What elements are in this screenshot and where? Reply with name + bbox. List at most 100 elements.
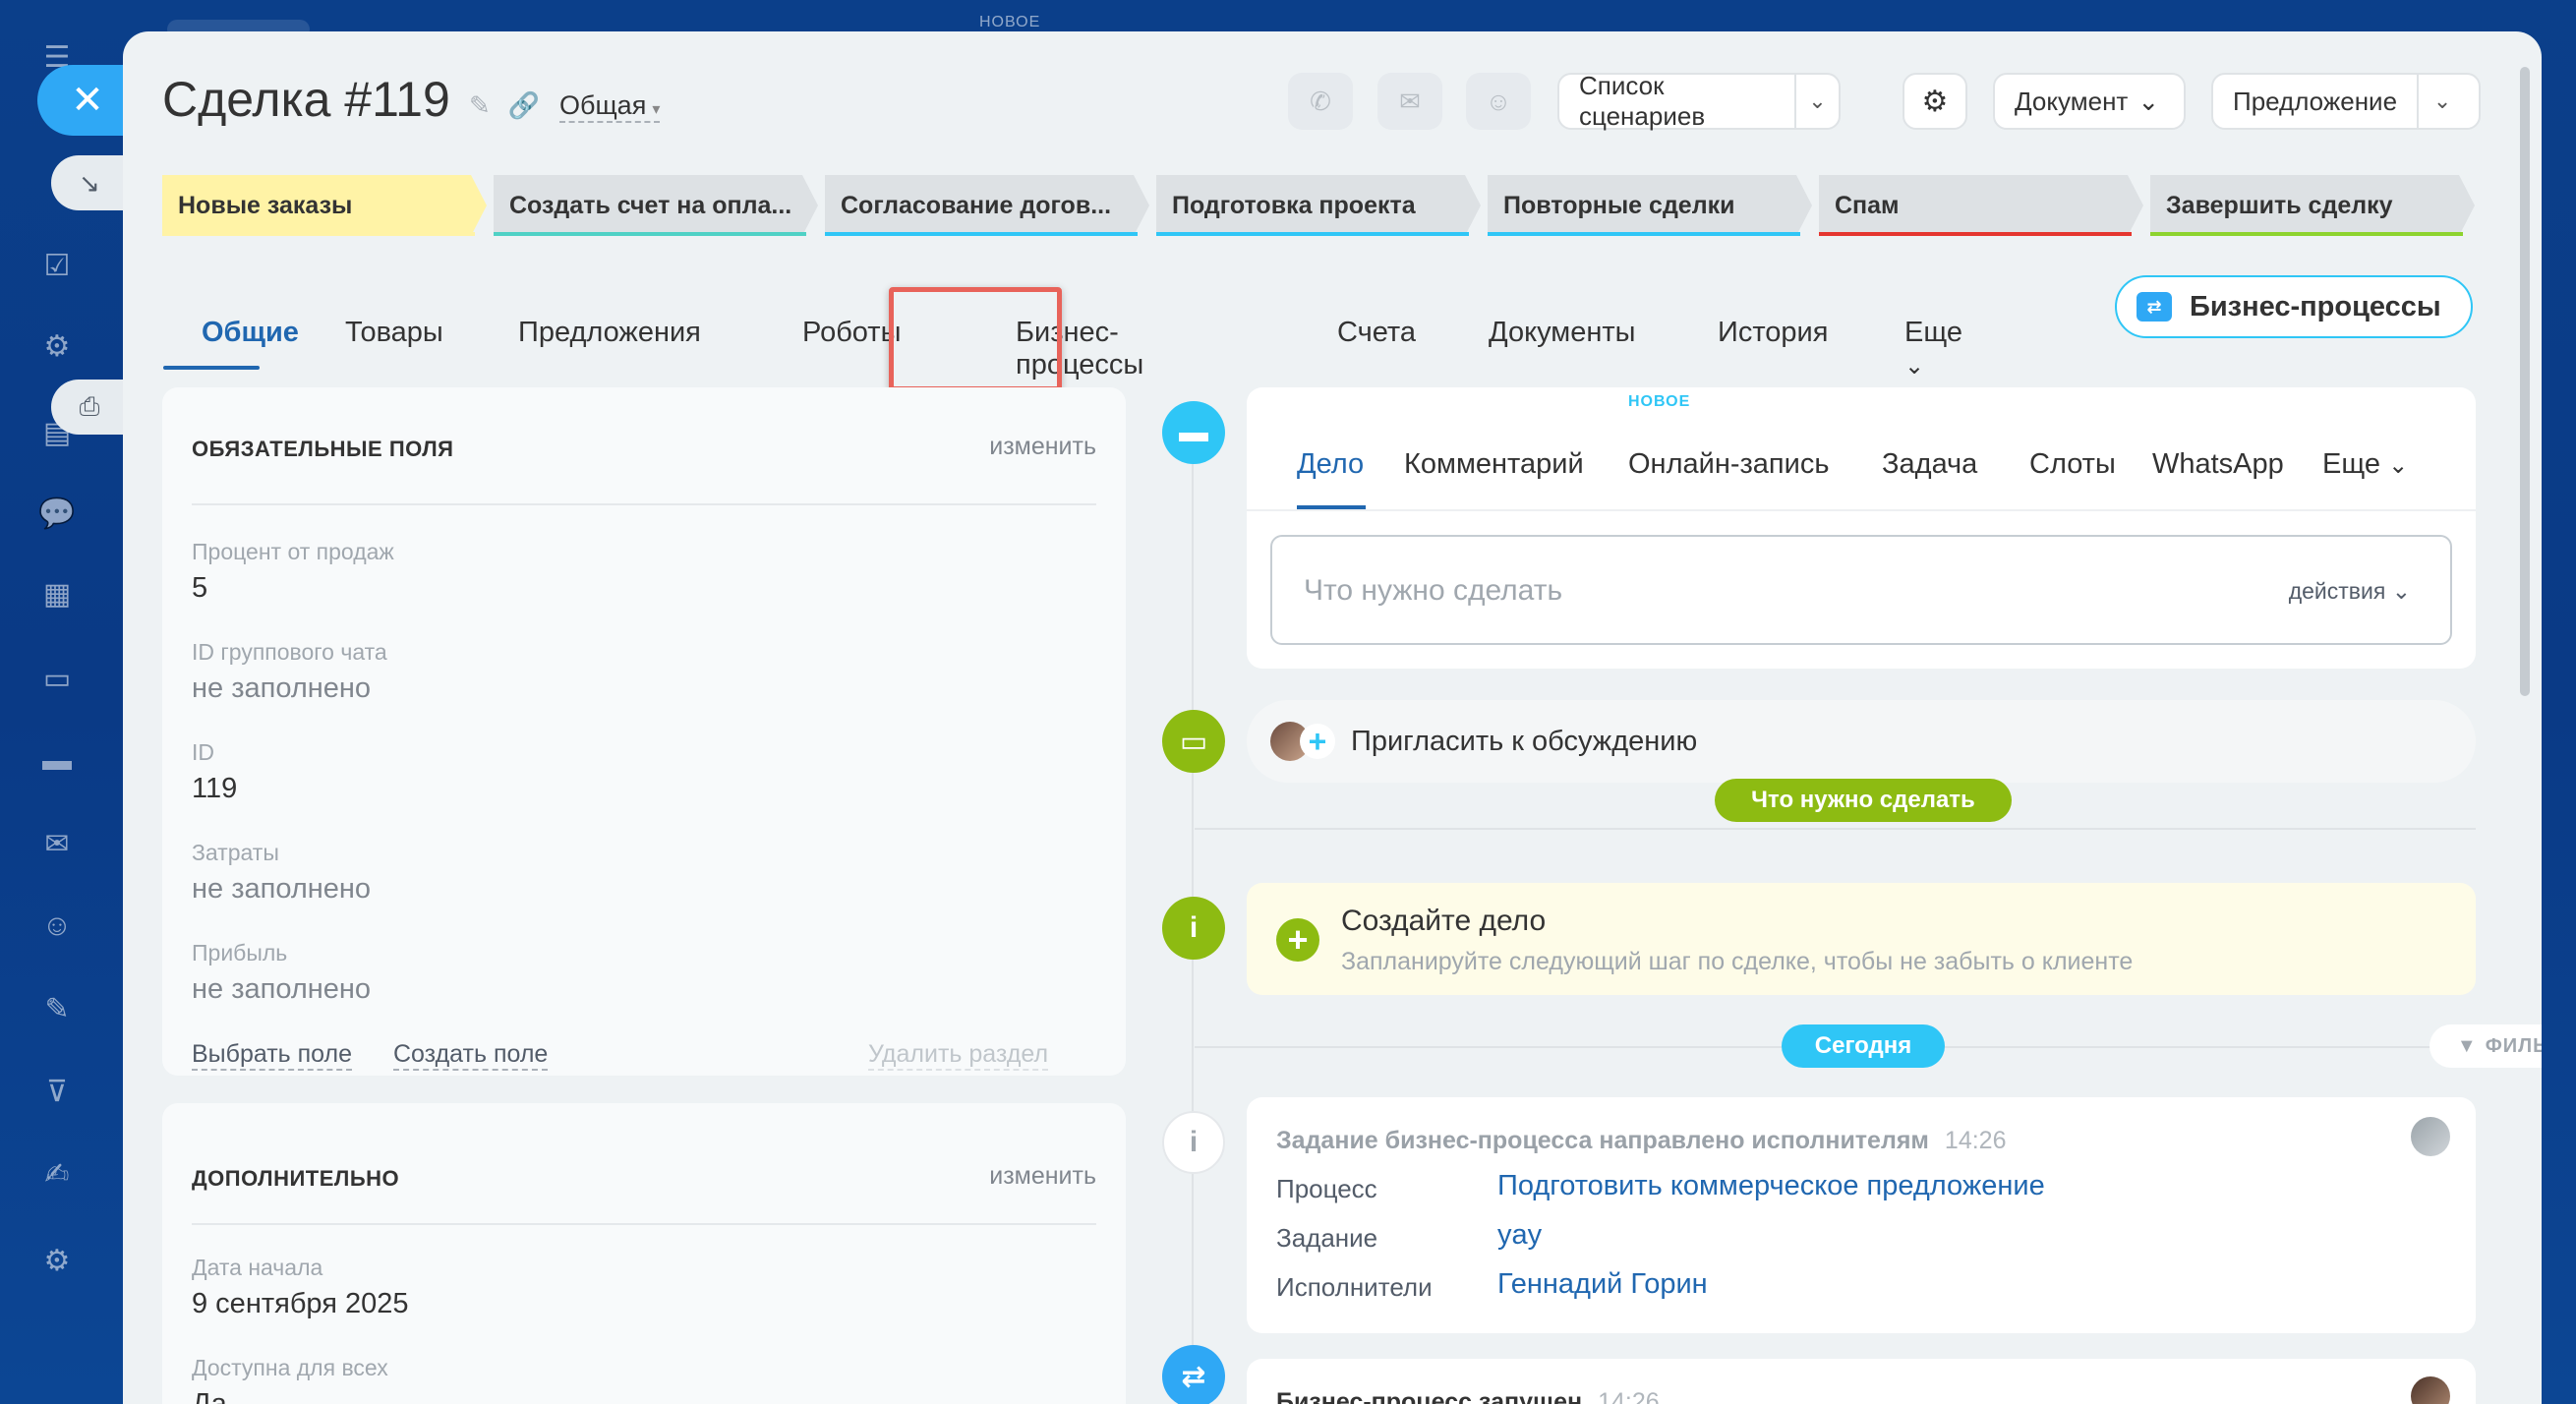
tab-more[interactable]: Еще ⌄: [1904, 317, 1962, 381]
stage-project-prep[interactable]: Подготовка проекта: [1156, 175, 1481, 236]
active-activity-underline: [1297, 505, 1366, 509]
gear-icon[interactable]: ⚙: [35, 1239, 79, 1282]
filter-button[interactable]: ▼ ФИЛЬТР: [2430, 1024, 2542, 1068]
tab-robots[interactable]: Роботы: [802, 317, 901, 349]
mail-button[interactable]: ✉: [1377, 73, 1442, 130]
activity-tab-more[interactable]: Еще ⌄: [2322, 448, 2408, 481]
field-label: Доступна для всех: [192, 1355, 388, 1380]
create-field-link[interactable]: Создать поле: [393, 1040, 549, 1071]
field-value[interactable]: 9 сентября 2025: [192, 1288, 409, 1320]
minimize-button[interactable]: ↘: [51, 155, 128, 210]
todo-input[interactable]: Что нужно сделать действия ⌄: [1270, 535, 2452, 645]
chat-icon: ☺: [1485, 86, 1512, 116]
business-process-icon: ⇄: [2137, 292, 2172, 322]
activity-tab-booking[interactable]: Онлайн-запись: [1628, 448, 1829, 481]
field-value[interactable]: не заполнено: [192, 873, 371, 906]
actions-dropdown[interactable]: действия ⌄: [2289, 578, 2411, 605]
stage-line: [2150, 232, 2463, 236]
active-tab-underline: [163, 366, 260, 370]
scenarios-button[interactable]: Список сценариев ⌄: [1557, 71, 1841, 131]
edit-link[interactable]: изменить: [989, 1162, 1096, 1191]
event-title: Задание бизнес-процесса направлено испол…: [1276, 1127, 2006, 1155]
select-field-link[interactable]: Выбрать поле: [192, 1040, 353, 1071]
activity-tab-slots[interactable]: Слоты: [2029, 448, 2116, 481]
executor-link[interactable]: Геннадий Горин: [1497, 1268, 1708, 1301]
tasks-icon[interactable]: ☑: [35, 244, 79, 287]
stage-line: [1819, 232, 2132, 236]
comment-icon: ▭: [1162, 710, 1225, 773]
pencil-icon[interactable]: ✎: [469, 90, 491, 121]
robots-tab-highlight: [889, 287, 1062, 391]
avatar[interactable]: [2411, 1376, 2450, 1404]
settings-button[interactable]: ⚙: [1903, 73, 1967, 130]
mail-icon[interactable]: ✉: [35, 822, 79, 865]
tab-documents[interactable]: Документы: [1489, 317, 1636, 349]
event-time: 14:26: [1598, 1388, 1660, 1404]
call-button[interactable]: ✆: [1288, 73, 1353, 130]
files-icon[interactable]: ▭: [35, 657, 79, 700]
tab-history[interactable]: История: [1718, 317, 1828, 349]
category-select[interactable]: Общая ▾: [559, 90, 661, 123]
scenarios-label: Список сценариев: [1579, 71, 1706, 131]
stage-finish-deal[interactable]: Завершить сделку: [2150, 175, 2475, 236]
create-task-card[interactable]: + Создайте дело Запланируйте следующий ш…: [1247, 883, 2476, 995]
task-link[interactable]: yay: [1497, 1219, 1542, 1252]
pen-icon[interactable]: ✎: [35, 987, 79, 1030]
activity-tab-task[interactable]: Дело: [1297, 448, 1364, 481]
divider: [1247, 509, 2476, 511]
plus-icon[interactable]: +: [1276, 918, 1319, 962]
actions-label: действия: [2288, 578, 2386, 604]
stage-repeat-deals[interactable]: Повторные сделки: [1488, 175, 1812, 236]
filter-icon[interactable]: ⊽: [35, 1070, 79, 1113]
close-slider-button[interactable]: ✕: [37, 65, 128, 136]
process-link[interactable]: Подготовить коммерческое предложение: [1497, 1170, 2045, 1202]
stage-label: Новые заказы: [178, 191, 353, 219]
tab-invoices[interactable]: Счета: [1337, 317, 1416, 349]
stage-contract-approval[interactable]: Согласование догов...: [825, 175, 1149, 236]
crm-icon[interactable]: ⚙: [35, 324, 79, 368]
chevron-down-icon[interactable]: ⌄: [2417, 75, 2466, 128]
activity-more-label: Еще: [2322, 448, 2381, 480]
stage-new-orders[interactable]: Новые заказы: [162, 175, 487, 236]
funnel-icon: ▼: [2456, 1034, 2478, 1057]
field-value[interactable]: Да: [192, 1388, 227, 1404]
business-processes-button[interactable]: ⇄ Бизнес-процессы: [2115, 275, 2473, 338]
delete-section-link[interactable]: Удалить раздел: [868, 1040, 1049, 1071]
scrollbar[interactable]: [2520, 67, 2530, 696]
title-icons: ✎ 🔗: [469, 90, 540, 121]
cards-icon[interactable]: ▬: [35, 739, 79, 783]
field-value[interactable]: 119: [192, 773, 237, 805]
stage-label: Спам: [1835, 191, 1900, 219]
print-button[interactable]: ⎙: [51, 380, 128, 435]
stage-line: [1488, 232, 1800, 236]
chevron-down-icon[interactable]: ⌄: [1793, 75, 1839, 128]
tab-products[interactable]: Товары: [345, 317, 443, 349]
calendar-icon[interactable]: ▦: [35, 572, 79, 615]
field-value[interactable]: 5: [192, 572, 207, 605]
avatar[interactable]: [2411, 1117, 2450, 1156]
chat-icon[interactable]: 💬: [35, 492, 79, 535]
chat-button[interactable]: ☺: [1466, 73, 1531, 130]
sign-icon[interactable]: ✍: [35, 1152, 79, 1196]
tab-general[interactable]: Общие: [202, 317, 299, 349]
offer-button[interactable]: Предложение ⌄: [2211, 73, 2481, 130]
activity-tab-comment[interactable]: Комментарий: [1404, 448, 1584, 481]
document-button[interactable]: Документ ⌄: [1993, 73, 2186, 130]
link-icon[interactable]: 🔗: [508, 90, 540, 121]
tab-more-label: Еще: [1904, 317, 1963, 348]
contacts-icon[interactable]: ☺: [35, 905, 79, 948]
left-sidebar: ☰ ☑ ⚙ ▤ 💬 ▦ ▭ ▬ ✉ ☺ ✎ ⊽ ✍ ⚙: [0, 0, 123, 1404]
stage-spam[interactable]: Спам: [1819, 175, 2143, 236]
activity-tab-whatsapp[interactable]: WhatsApp: [2152, 448, 2284, 481]
edit-link[interactable]: изменить: [989, 433, 1096, 461]
field-value[interactable]: не заполнено: [192, 673, 371, 705]
stage-create-invoice[interactable]: Создать счет на опла...: [494, 175, 818, 236]
close-icon: ✕: [71, 79, 104, 122]
event-title: Бизнес-процесс запущен 14:26: [1276, 1388, 1660, 1404]
divider: [192, 1223, 1096, 1225]
invite-to-discussion[interactable]: + Пригласить к обсуждению: [1247, 700, 2476, 783]
field-label: Прибыль: [192, 940, 288, 965]
field-value[interactable]: не заполнено: [192, 973, 371, 1006]
tab-offers[interactable]: Предложения: [518, 317, 701, 349]
activity-tab-todo[interactable]: Задача: [1882, 448, 1977, 481]
